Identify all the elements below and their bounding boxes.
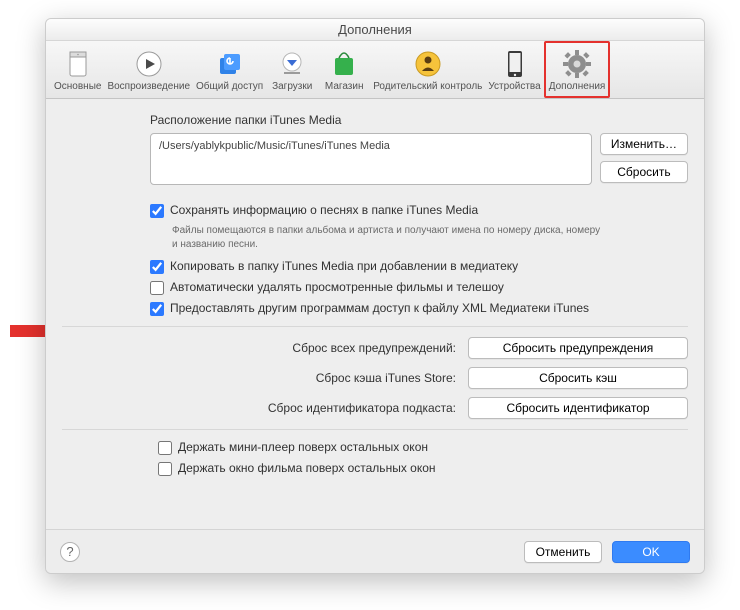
tab-label: Магазин — [325, 81, 364, 92]
tab-general[interactable]: Основные — [46, 41, 104, 98]
reset-location-button[interactable]: Сбросить — [600, 161, 688, 183]
sharing-icon — [215, 49, 245, 79]
help-button[interactable]: ? — [60, 542, 80, 562]
tab-label: Дополнения — [549, 81, 606, 92]
share-xml-label: Предоставлять другим программам доступ к… — [170, 301, 589, 315]
tab-label: Устройства — [488, 81, 540, 92]
tab-label: Основные — [54, 81, 101, 92]
keep-organized-checkbox[interactable] — [150, 204, 164, 218]
miniplayer-on-top-label: Держать мини-плеер поверх остальных окон — [178, 440, 428, 454]
parental-icon — [413, 49, 443, 79]
media-location-label: Расположение папки iTunes Media — [150, 113, 688, 127]
reset-warnings-button[interactable]: Сбросить предупреждения — [468, 337, 688, 359]
copy-to-media-checkbox[interactable] — [150, 260, 164, 274]
tab-devices[interactable]: Устройства — [485, 41, 543, 98]
reset-podcast-button[interactable]: Сбросить идентификатор — [468, 397, 688, 419]
general-icon — [63, 49, 93, 79]
media-location-path[interactable]: /Users/yablykpublic/Music/iTunes/iTunes … — [150, 133, 592, 185]
divider — [62, 326, 688, 327]
reset-cache-button[interactable]: Сбросить кэш — [468, 367, 688, 389]
store-icon — [329, 49, 359, 79]
footer: ? Отменить OK — [46, 529, 704, 573]
downloads-icon — [277, 49, 307, 79]
devices-icon — [500, 49, 530, 79]
reset-cache-label: Сброс кэша iTunes Store: — [122, 371, 456, 385]
tab-store[interactable]: Магазин — [318, 41, 370, 98]
tab-label: Воспроизведение — [107, 81, 190, 92]
cancel-button[interactable]: Отменить — [524, 541, 602, 563]
content-area: Расположение папки iTunes Media /Users/y… — [46, 99, 704, 529]
copy-to-media-label: Копировать в папку iTunes Media при доба… — [170, 259, 518, 273]
tab-label: Родительский контроль — [373, 81, 482, 92]
playback-icon — [134, 49, 164, 79]
tab-label: Загрузки — [272, 81, 312, 92]
keep-organized-label: Сохранять информацию о песнях в папке iT… — [170, 203, 478, 217]
preferences-toolbar: Основные Воспроизведение Общий доступ За… — [46, 41, 704, 99]
ok-button[interactable]: OK — [612, 541, 690, 563]
window-title: Дополнения — [46, 19, 704, 41]
miniplayer-on-top-checkbox[interactable] — [158, 441, 172, 455]
movie-on-top-checkbox[interactable] — [158, 462, 172, 476]
reset-podcast-label: Сброс идентификатора подкаста: — [122, 401, 456, 415]
reset-warnings-label: Сброс всех предупреждений: — [122, 341, 456, 355]
movie-on-top-label: Держать окно фильма поверх остальных око… — [178, 461, 436, 475]
gear-icon — [562, 49, 592, 79]
auto-delete-label: Автоматически удалять просмотренные филь… — [170, 280, 504, 294]
tab-label: Общий доступ — [196, 81, 263, 92]
auto-delete-checkbox[interactable] — [150, 281, 164, 295]
divider — [62, 429, 688, 430]
tab-parental[interactable]: Родительский контроль — [370, 41, 485, 98]
change-location-button[interactable]: Изменить… — [600, 133, 688, 155]
tab-sharing[interactable]: Общий доступ — [193, 41, 266, 98]
tab-downloads[interactable]: Загрузки — [266, 41, 318, 98]
keep-organized-note: Файлы помещаются в папки альбома и артис… — [172, 224, 602, 251]
tab-playback[interactable]: Воспроизведение — [104, 41, 193, 98]
tab-advanced[interactable]: Дополнения — [544, 41, 611, 98]
preferences-window: Дополнения Основные Воспроизведение Общи… — [45, 18, 705, 574]
share-xml-checkbox[interactable] — [150, 302, 164, 316]
